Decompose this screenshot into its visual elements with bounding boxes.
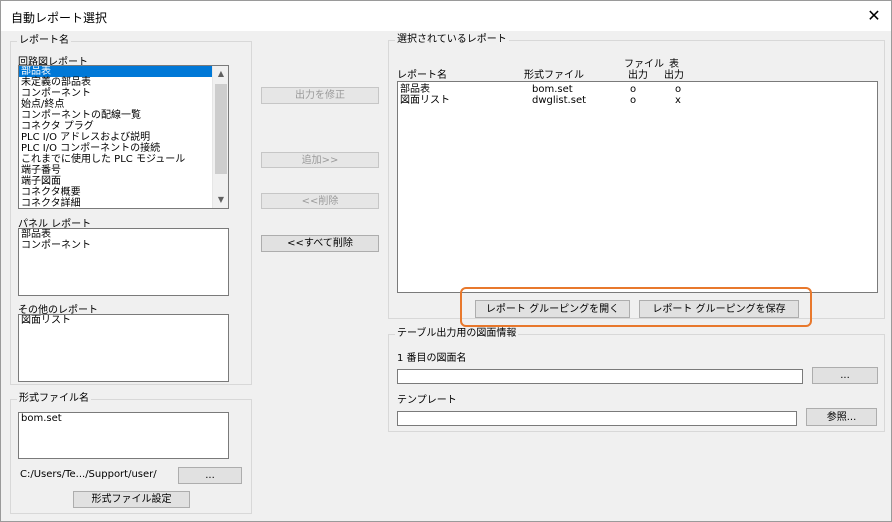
list-item[interactable]: 未定義の部品表 — [19, 77, 212, 88]
format-browse-button[interactable]: ... — [178, 467, 242, 484]
modify-output-button[interactable]: 出力を修正 — [261, 87, 379, 104]
list-item[interactable]: コネクタ概要 — [19, 187, 212, 198]
row-file-output: o — [630, 84, 637, 95]
header-table-output-2: 出力 — [664, 70, 684, 81]
list-item[interactable]: bom.set — [19, 413, 228, 424]
list-item[interactable]: PLC I/O アドレスおよび説明 — [19, 132, 212, 143]
scroll-thumb[interactable] — [215, 84, 227, 174]
header-report-name: レポート名 — [397, 70, 447, 81]
template-browse-button[interactable]: 参照... — [806, 408, 877, 426]
list-item[interactable]: これまでに使用した PLC モジュール — [19, 154, 212, 165]
selected-reports-group-label: 選択されているレポート — [395, 34, 509, 46]
open-grouping-button[interactable]: レポート グルーピングを開く — [475, 300, 630, 318]
scroll-up-icon[interactable]: ▲ — [213, 66, 228, 82]
row-file-output: o — [630, 95, 637, 106]
circuit-report-list[interactable]: 部品表 未定義の部品表 コンポーネント 始点/終点 コンポーネントの配線一覧 コネクタ プ… — [18, 65, 229, 209]
report-name-group-label: レポート名 — [17, 35, 71, 47]
format-file-list[interactable]: bom.set — [18, 412, 229, 459]
header-file-output-2: 出力 — [628, 70, 648, 81]
close-icon[interactable]: ✕ — [861, 3, 887, 29]
list-item[interactable]: 端子図面 — [19, 176, 212, 187]
circuit-list-scrollbar[interactable]: ▲ ▼ — [212, 66, 228, 208]
drawing-name-label: 1 番目の図面名 — [397, 353, 467, 364]
save-grouping-button[interactable]: レポート グルーピングを保存 — [639, 300, 799, 318]
list-item[interactable]: 部品表 — [19, 229, 228, 240]
format-file-group-label: 形式ファイル名 — [17, 393, 91, 405]
table-row[interactable]: 図面リスト dwglist.set o x — [400, 95, 800, 106]
remove-button[interactable]: <<削除 — [261, 193, 379, 209]
header-format-file: 形式ファイル — [524, 70, 584, 81]
panel-report-list[interactable]: 部品表 コンポーネント — [18, 228, 229, 296]
auto-report-dialog: 自動レポート選択 ✕ レポート名 回路図レポート 部品表 未定義の部品表 コンポーネ… — [0, 0, 892, 522]
drawing-browse-button[interactable]: ... — [812, 367, 878, 384]
row-format-file: bom.set — [532, 84, 573, 95]
drawing-name-input[interactable] — [397, 369, 803, 384]
list-item[interactable]: コンポーネント — [19, 240, 228, 251]
list-item[interactable]: 図面リスト — [19, 315, 228, 326]
add-button[interactable]: 追加>> — [261, 152, 379, 168]
list-item[interactable]: 始点/終点 — [19, 99, 212, 110]
other-report-list[interactable]: 図面リスト — [18, 314, 229, 382]
list-item[interactable]: コネクタ プラグ — [19, 121, 212, 132]
remove-all-button[interactable]: <<すべて削除 — [261, 235, 379, 252]
format-path: C:/Users/Te.../Support/user/ — [20, 469, 157, 480]
row-table-output: o — [675, 84, 682, 95]
scroll-down-icon[interactable]: ▼ — [213, 192, 228, 208]
table-info-group-label: テーブル出力用の図面情報 — [395, 328, 519, 340]
template-label: テンプレート — [397, 395, 457, 406]
window-title: 自動レポート選択 — [11, 11, 108, 25]
row-report-name: 図面リスト — [400, 95, 450, 106]
list-item[interactable]: コンポーネント — [19, 88, 212, 99]
list-item[interactable]: コンポーネントの配線一覧 — [19, 110, 212, 121]
title-bar: 自動レポート選択 ✕ — [1, 1, 891, 31]
list-item[interactable]: コネクタ詳細 — [19, 198, 212, 208]
format-settings-button[interactable]: 形式ファイル設定 — [73, 491, 190, 508]
row-report-name: 部品表 — [400, 84, 430, 95]
list-item[interactable]: 端子番号 — [19, 165, 212, 176]
row-table-output: x — [675, 95, 681, 106]
row-format-file: dwglist.set — [532, 95, 587, 106]
list-item[interactable]: PLC I/O コンポーネントの接続 — [19, 143, 212, 154]
table-row[interactable]: 部品表 bom.set o o — [400, 84, 800, 95]
list-item[interactable]: 部品表 — [19, 66, 212, 77]
template-input[interactable] — [397, 411, 797, 426]
selected-reports-list[interactable]: 部品表 bom.set o o 図面リスト dwglist.set o x — [397, 81, 878, 293]
